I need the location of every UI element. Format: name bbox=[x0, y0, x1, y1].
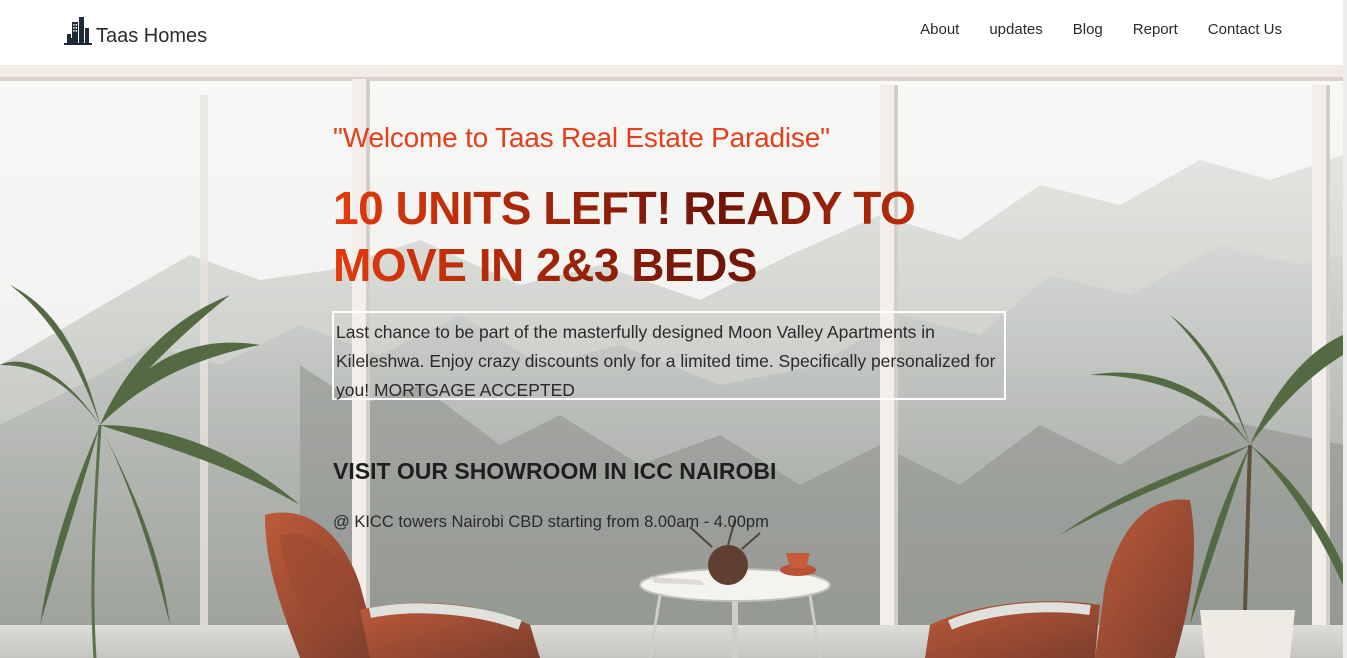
showroom-hours: @ KICC towers Nairobi CBD starting from … bbox=[333, 513, 769, 531]
nav-item-blog: Blog bbox=[1073, 20, 1103, 40]
brand-name: Taas Homes bbox=[96, 25, 208, 47]
showroom-heading: VISIT OUR SHOWROOM IN ICC NAIROBI bbox=[333, 458, 777, 484]
description-box: Last chance to be part of the masterfull… bbox=[332, 311, 1006, 400]
nav-link-about[interactable]: About bbox=[920, 21, 959, 38]
nav-item-updates: updates bbox=[989, 20, 1042, 40]
hero-section: "Welcome to Taas Real Estate Paradise" 1… bbox=[0, 65, 1343, 658]
nav-link-contact-us[interactable]: Contact Us bbox=[1208, 21, 1282, 38]
welcome-tagline: "Welcome to Taas Real Estate Paradise" bbox=[333, 122, 830, 153]
nav-item-about: About bbox=[920, 20, 959, 40]
city-skyline-icon bbox=[64, 17, 92, 45]
hero-headline: 10 UNITS LEFT! READY TO MOVE IN 2&3 BEDS bbox=[333, 180, 1033, 294]
nav-link-updates[interactable]: updates bbox=[989, 21, 1042, 38]
hero-description: Last chance to be part of the masterfull… bbox=[336, 322, 996, 400]
navbar: Taas Homes About updates Blog Report Con… bbox=[0, 0, 1347, 65]
nav-menu: About updates Blog Report Contact Us bbox=[920, 20, 1282, 40]
brand-link[interactable]: Taas Homes bbox=[61, 14, 207, 46]
nav-item-contact: Contact Us bbox=[1208, 20, 1282, 40]
page-scrollbar-track[interactable] bbox=[1343, 0, 1347, 658]
nav-link-blog[interactable]: Blog bbox=[1073, 21, 1103, 38]
nav-item-report: Report bbox=[1133, 20, 1178, 40]
nav-link-report[interactable]: Report bbox=[1133, 21, 1178, 38]
